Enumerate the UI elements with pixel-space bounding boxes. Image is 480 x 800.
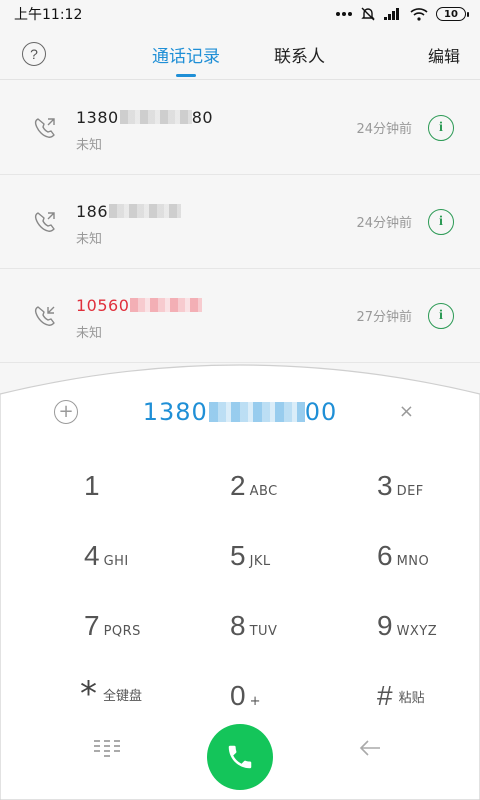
key-letters: JKL	[249, 553, 271, 569]
call-time: 24分钟前	[356, 216, 412, 231]
key-digit: 3	[377, 470, 393, 501]
phone-outgoing-icon	[34, 118, 55, 138]
key-digit: 7	[84, 610, 100, 641]
key-5[interactable]: 5 JKL	[230, 526, 350, 586]
key-digit: 0	[230, 680, 246, 711]
phone-outgoing-icon	[34, 212, 55, 232]
key-hash[interactable]: # 粘贴	[377, 666, 480, 726]
clear-icon[interactable]: ×	[399, 401, 414, 422]
key-letters: PQRS	[103, 623, 141, 639]
full-keyboard-label: 全键盘	[103, 688, 143, 704]
call-location: 未知	[76, 138, 103, 153]
status-time: 上午11:12	[14, 7, 83, 23]
info-icon[interactable]: i	[428, 303, 454, 329]
call-log-item[interactable]: 10560 未知 27分钟前 i	[0, 269, 480, 363]
key-letters: MNO	[396, 553, 430, 569]
arrow-left-icon[interactable]	[358, 738, 382, 758]
info-icon[interactable]: i	[428, 115, 454, 141]
edit-button[interactable]: 编辑	[428, 43, 460, 67]
dialpad-icon[interactable]	[94, 740, 120, 758]
key-digit: 2	[230, 470, 246, 501]
more-dots-icon	[336, 11, 352, 17]
key-9[interactable]: 9 WXYZ	[377, 596, 480, 656]
call-log-item[interactable]: 1380 80 未知 24分钟前 i	[0, 81, 480, 175]
redacted-digits	[119, 110, 192, 124]
key-digit: 8	[230, 610, 246, 641]
key-3[interactable]: 3 DEF	[377, 456, 480, 516]
key-4[interactable]: 4 GHI	[84, 526, 204, 586]
app-header: ? 通话记录 联系人 编辑	[0, 28, 480, 80]
phone-icon	[228, 745, 252, 769]
tab-contacts[interactable]: 联系人	[274, 42, 325, 67]
call-time: 27分钟前	[356, 310, 412, 325]
call-log-item[interactable]: 186 未知 24分钟前 i	[0, 175, 480, 269]
call-location: 未知	[76, 326, 103, 341]
battery-icon: 10	[436, 7, 469, 21]
key-0[interactable]: 0 +	[230, 666, 350, 726]
status-bar: 上午11:12 10	[0, 0, 480, 28]
key-letters: WXYZ	[396, 623, 438, 639]
key-1[interactable]: 1	[84, 456, 204, 516]
phone-incoming-icon	[34, 306, 55, 326]
key-digit: 1	[84, 470, 100, 501]
dialed-number-row: + 1380 00 ×	[0, 392, 480, 436]
key-letters: TUV	[249, 623, 278, 639]
redacted-digits	[130, 298, 203, 312]
redacted-digits	[109, 204, 182, 218]
call-time: 24分钟前	[356, 122, 412, 137]
signal-icon	[384, 8, 402, 20]
mute-bell-icon	[360, 6, 376, 22]
dialer-panel: + 1380 00 × 1 2 ABC 3 DEF 4 GHI 5 JKL 6 MNO 7P…	[0, 356, 480, 800]
key-digit: 6	[377, 540, 393, 571]
key-2[interactable]: 2 ABC	[230, 456, 350, 516]
info-icon[interactable]: i	[428, 209, 454, 235]
key-6[interactable]: 6 MNO	[377, 526, 480, 586]
call-number: 186	[76, 202, 182, 221]
call-location: 未知	[76, 232, 103, 247]
key-letters: +	[249, 693, 261, 709]
help-icon[interactable]: ?	[22, 42, 46, 66]
key-digit: 9	[377, 610, 393, 641]
key-digit: #	[377, 680, 393, 711]
paste-label: 粘贴	[398, 690, 425, 706]
key-8[interactable]: 8 TUV	[230, 596, 350, 656]
key-digit: *	[80, 674, 97, 714]
key-letters: GHI	[103, 553, 129, 569]
key-7[interactable]: 7 PQRS	[84, 596, 204, 656]
key-letters: ABC	[249, 483, 278, 499]
key-letters: DEF	[396, 483, 424, 499]
tab-call-log[interactable]: 通话记录	[152, 42, 220, 77]
key-digit: 4	[84, 540, 100, 571]
call-number: 10560	[76, 296, 203, 315]
redacted-digits	[208, 402, 305, 422]
wifi-icon	[410, 7, 428, 21]
dialer-bottom-bar	[0, 722, 480, 792]
key-star[interactable]: * 全键盘	[80, 664, 200, 724]
key-digit: 5	[230, 540, 246, 571]
call-log-list: 1380 80 未知 24分钟前 i 186 未知 24分钟前 i 10560 未…	[0, 81, 480, 363]
status-icons: 10	[336, 6, 469, 22]
call-number: 1380 80	[76, 108, 214, 127]
call-button[interactable]	[207, 724, 273, 790]
